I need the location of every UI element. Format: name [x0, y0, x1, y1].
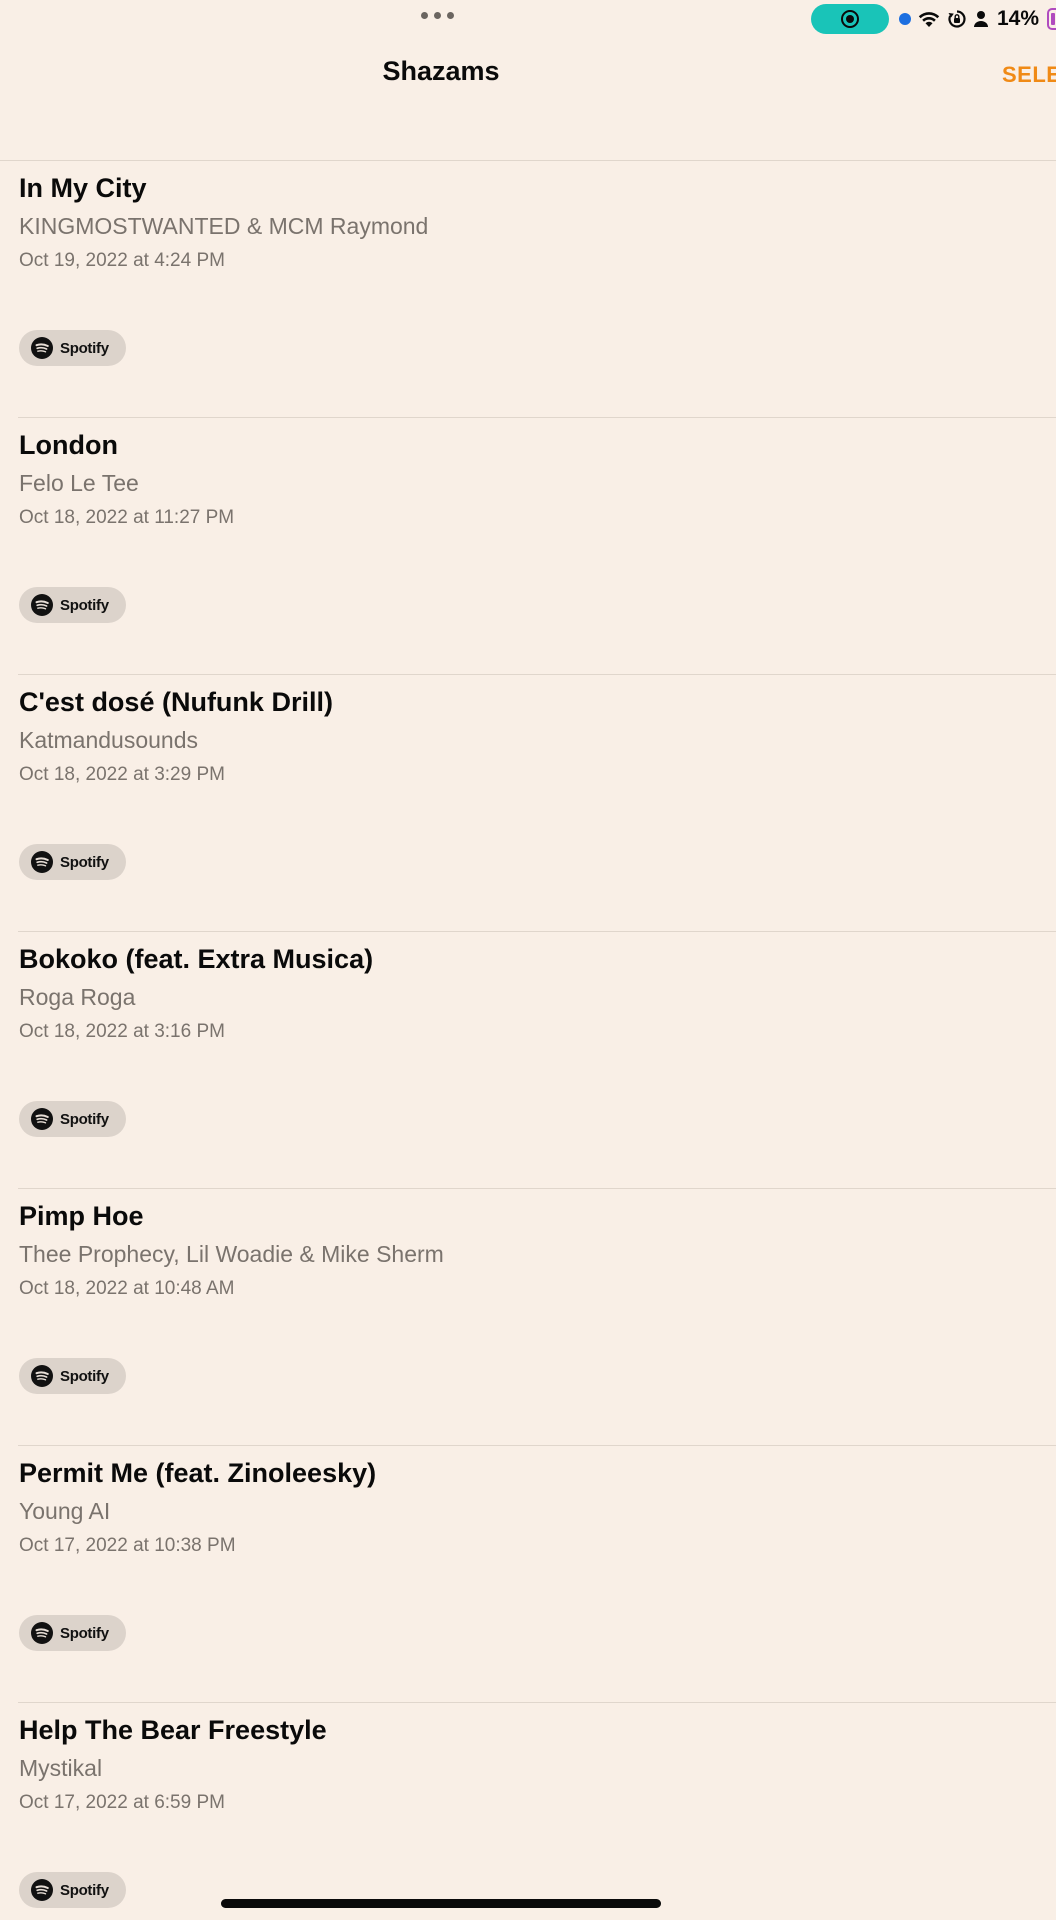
list-item[interactable]: C'est dosé (Nufunk Drill) Katmandusounds… — [18, 674, 1056, 931]
spotify-icon — [31, 851, 53, 873]
shazam-date: Oct 18, 2022 at 11:27 PM — [19, 507, 235, 528]
spotify-label: Spotify — [60, 1881, 109, 1899]
song-title: Help The Bear Freestyle — [19, 1715, 327, 1745]
song-title: Permit Me (feat. Zinoleesky) — [19, 1458, 377, 1488]
song-artist: Young AI — [19, 1498, 111, 1524]
spotify-icon — [31, 594, 53, 616]
open-in-spotify-button[interactable]: Spotify — [19, 1872, 126, 1908]
song-title: In My City — [19, 173, 147, 203]
list-item[interactable]: London Felo Le Tee Oct 18, 2022 at 11:27… — [18, 417, 1056, 674]
status-bar: 14% — [0, 0, 1056, 40]
shazams-screen: 14% Shazams SELE In My City KINGMOSTWANT… — [0, 0, 1056, 1920]
spotify-icon — [31, 337, 53, 359]
battery-icon — [1047, 8, 1056, 30]
song-title: Pimp Hoe — [19, 1201, 144, 1231]
spotify-label: Spotify — [60, 596, 109, 614]
shazam-date: Oct 19, 2022 at 4:24 PM — [19, 250, 225, 271]
song-artist: Roga Roga — [19, 984, 136, 1010]
shazam-date: Oct 18, 2022 at 3:29 PM — [19, 764, 225, 785]
list-item[interactable]: Bokoko (feat. Extra Musica) Roga Roga Oc… — [18, 931, 1056, 1188]
list-item[interactable]: Permit Me (feat. Zinoleesky) Young AI Oc… — [18, 1445, 1056, 1702]
open-in-spotify-button[interactable]: Spotify — [19, 587, 126, 623]
song-artist: KINGMOSTWANTED & MCM Raymond — [19, 213, 429, 239]
spotify-icon — [31, 1108, 53, 1130]
spotify-label: Spotify — [60, 853, 109, 871]
spotify-label: Spotify — [60, 1624, 109, 1642]
spotify-icon — [31, 1879, 53, 1901]
shazam-list: In My City KINGMOSTWANTED & MCM Raymond … — [0, 160, 1056, 1920]
select-button[interactable]: SELE — [1002, 62, 1056, 88]
orientation-lock-icon — [948, 10, 966, 28]
song-artist: Mystikal — [19, 1755, 103, 1781]
page-title: Shazams — [382, 56, 500, 86]
shazam-date: Oct 18, 2022 at 3:16 PM — [19, 1021, 225, 1042]
open-in-spotify-button[interactable]: Spotify — [19, 1615, 126, 1651]
list-item[interactable]: Pimp Hoe Thee Prophecy, Lil Woadie & Mik… — [18, 1188, 1056, 1445]
shazam-date: Oct 18, 2022 at 10:48 AM — [19, 1278, 235, 1299]
song-artist: Felo Le Tee — [19, 470, 139, 496]
screen-record-icon[interactable] — [811, 4, 889, 34]
wifi-icon — [918, 12, 940, 27]
song-artist: Katmandusounds — [19, 727, 199, 753]
open-in-spotify-button[interactable]: Spotify — [19, 844, 126, 880]
status-indicators: 14% — [899, 6, 1056, 32]
song-title: Bokoko (feat. Extra Musica) — [19, 944, 374, 974]
shazam-date: Oct 17, 2022 at 10:38 PM — [19, 1535, 236, 1556]
spotify-label: Spotify — [60, 339, 109, 357]
song-title: London — [19, 430, 118, 460]
list-item[interactable]: In My City KINGMOSTWANTED & MCM Raymond … — [0, 160, 1056, 417]
song-title: C'est dosé (Nufunk Drill) — [19, 687, 333, 717]
battery-percentage: 14% — [997, 7, 1040, 30]
open-in-spotify-button[interactable]: Spotify — [19, 1101, 126, 1137]
open-in-spotify-button[interactable]: Spotify — [19, 330, 126, 366]
spotify-label: Spotify — [60, 1110, 109, 1128]
song-artist: Thee Prophecy, Lil Woadie & Mike Sherm — [19, 1241, 444, 1267]
shazam-date: Oct 17, 2022 at 6:59 PM — [19, 1792, 225, 1813]
mic-indicator-icon — [899, 13, 911, 25]
spotify-icon — [31, 1622, 53, 1644]
person-icon — [974, 11, 988, 27]
list-item[interactable]: Help The Bear Freestyle Mystikal Oct 17,… — [18, 1702, 1056, 1920]
spotify-icon — [31, 1365, 53, 1387]
open-in-spotify-button[interactable]: Spotify — [19, 1358, 126, 1394]
spotify-label: Spotify — [60, 1367, 109, 1385]
more-dots-icon[interactable] — [421, 12, 454, 19]
home-indicator[interactable] — [221, 1899, 661, 1908]
